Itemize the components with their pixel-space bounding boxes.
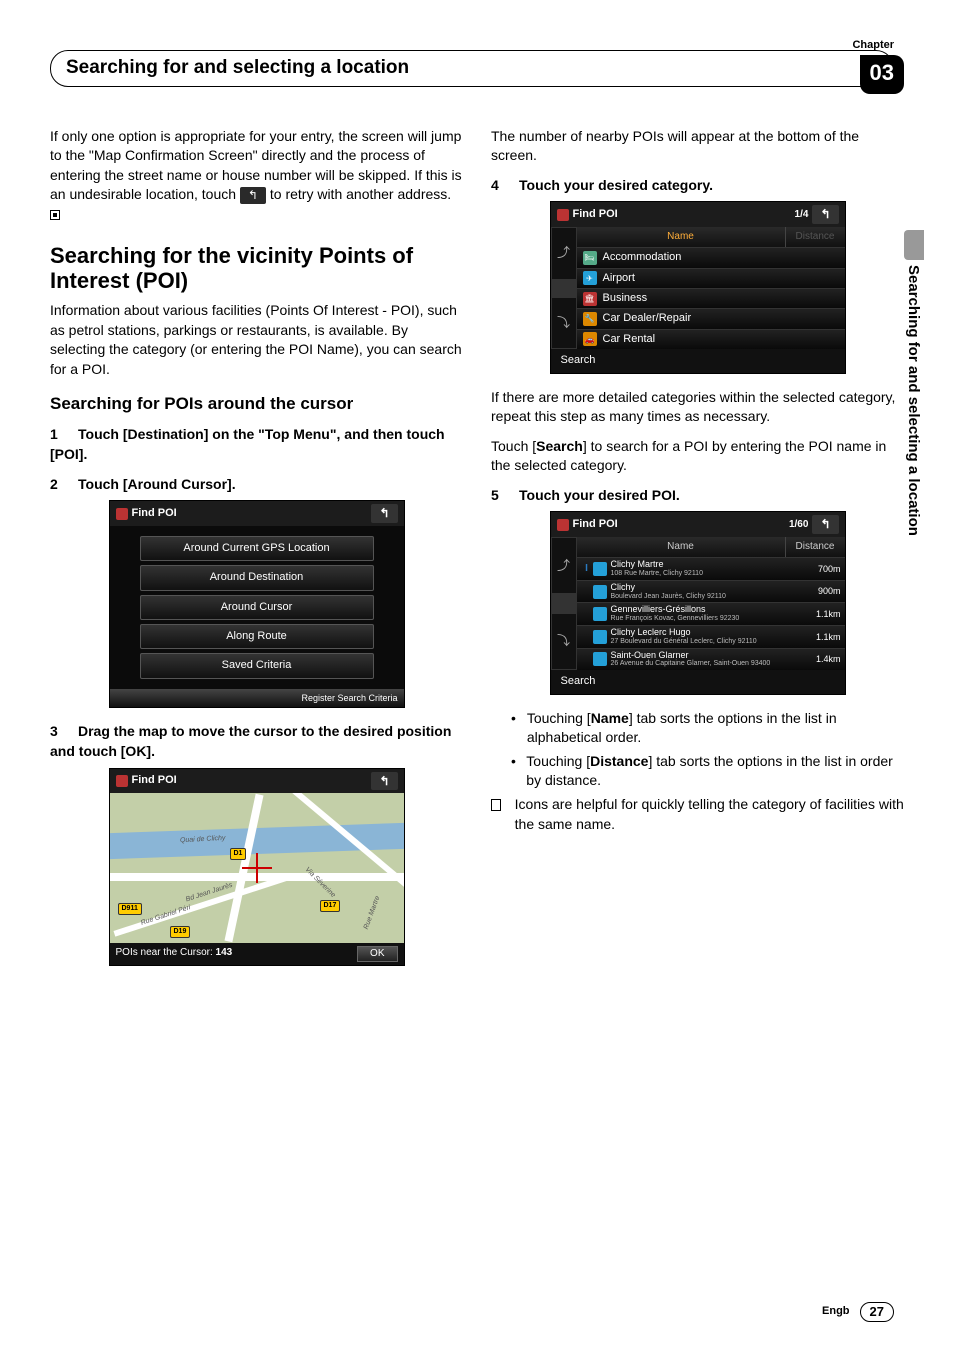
bullet-distance-sort: • Touching [Distance] tab sorts the opti… — [511, 752, 904, 791]
ok-button[interactable]: OK — [357, 946, 397, 962]
search-button[interactable]: Search — [551, 670, 845, 693]
step-1: 1Touch [Destination] on the "Top Menu", … — [50, 425, 463, 464]
step-5: 5Touch your desired POI. — [491, 486, 904, 506]
vicinity-poi-description: Information about various facilities (Po… — [50, 301, 463, 379]
repeat-note: If there are more detailed categories wi… — [491, 388, 904, 427]
menu-item[interactable]: Around Cursor — [140, 595, 374, 620]
distance-tab[interactable]: Distance — [785, 537, 845, 557]
cursor-icon — [242, 853, 272, 883]
category-icon — [593, 562, 607, 576]
find-poi-category-screen: Find POI 1/4 ↰ ⤴ ⤵ Name Distance 🛏Accomm… — [550, 201, 846, 373]
poi-count-note: The number of nearby POIs will appear at… — [491, 127, 904, 166]
poi-count-label: POIs near the Cursor: 143 — [116, 946, 358, 962]
category-icon — [593, 585, 607, 599]
screen-title: Find POI — [573, 517, 789, 532]
distance-tab[interactable]: Distance — [785, 227, 845, 247]
back-button[interactable]: ↰ — [812, 515, 838, 534]
menu-item[interactable]: Along Route — [140, 624, 374, 649]
category-icon — [593, 630, 607, 644]
find-poi-menu-screen: Find POI ↰ Around Current GPS Location A… — [109, 500, 405, 708]
scroll-down-button[interactable]: ⤵ — [551, 613, 577, 670]
road-badge: D17 — [320, 900, 341, 912]
stop-icon — [50, 210, 60, 220]
car-rental-icon: 🚗 — [583, 332, 597, 346]
pin-icon — [116, 508, 128, 520]
page-number: 27 — [860, 1302, 894, 1322]
category-row[interactable]: ✈Airport — [577, 268, 845, 288]
page-indicator: 1/60 — [789, 518, 808, 532]
map-area[interactable]: D1 D911 D17 D19 Quai de Clichy Rue Gabri… — [110, 793, 404, 943]
road-badge: D911 — [118, 903, 142, 915]
business-icon: 🏛 — [583, 292, 597, 306]
street-label: Via Séverine — [302, 866, 337, 901]
subsection-heading-around-cursor: Searching for POIs around the cursor — [50, 392, 463, 416]
result-row[interactable]: I Clichy Martre108 Rue Martre, Clichy 92… — [577, 557, 845, 580]
category-row[interactable]: 🛏Accommodation — [577, 247, 845, 267]
intro-paragraph: If only one option is appropriate for yo… — [50, 127, 463, 225]
scroll-down-button[interactable]: ⤵ — [551, 297, 577, 349]
register-criteria-button[interactable]: Register Search Criteria — [110, 689, 404, 708]
menu-item[interactable]: Saved Criteria — [140, 653, 374, 678]
retry-icon[interactable]: ↰ — [240, 187, 266, 204]
back-button[interactable]: ↰ — [371, 504, 397, 523]
screen-title: Find POI — [132, 773, 372, 788]
menu-item[interactable]: Around Destination — [140, 565, 374, 590]
name-tab[interactable]: Name — [577, 537, 785, 557]
category-row[interactable]: 🚗Car Rental — [577, 329, 845, 349]
screen-title: Find POI — [573, 207, 795, 222]
section-heading-vicinity-poi: Searching for the vicinity Points of Int… — [50, 243, 463, 294]
page-footer: Engb 27 — [822, 1302, 894, 1322]
step-2: 2Touch [Around Cursor]. — [50, 475, 463, 495]
step-3: 3Drag the map to move the cursor to the … — [50, 722, 463, 761]
road-badge: D19 — [170, 926, 191, 938]
menu-item[interactable]: Around Current GPS Location — [140, 536, 374, 561]
search-button[interactable]: Search — [551, 349, 845, 372]
category-row[interactable]: 🏛Business — [577, 288, 845, 308]
airport-icon: ✈ — [583, 271, 597, 285]
category-row[interactable]: 🔧Car Dealer/Repair — [577, 308, 845, 328]
pin-icon — [557, 209, 569, 221]
side-tab: Searching for and selecting a location — [904, 230, 924, 630]
find-poi-results-screen: Find POI 1/60 ↰ ⤴ ⤵ Name Distance I — [550, 511, 846, 694]
result-row[interactable]: Clichy Leclerc Hugo27 Boulevard du Génér… — [577, 625, 845, 648]
chapter-label: Chapter — [852, 38, 894, 53]
back-button[interactable]: ↰ — [812, 205, 838, 224]
result-row[interactable]: ClichyBoulevard Jean Jaurès, Clichy 9211… — [577, 580, 845, 603]
icons-note: Icons are helpful for quickly telling th… — [491, 795, 904, 834]
info-icon[interactable]: I — [581, 562, 593, 576]
street-label: Rue Gabriel Péri — [139, 904, 191, 929]
name-tab[interactable]: Name — [577, 227, 785, 247]
bullet-name-sort: • Touching [Name] tab sorts the options … — [511, 709, 904, 748]
scroll-up-button[interactable]: ⤴ — [551, 537, 577, 594]
result-row[interactable]: Saint-Ouen Glarner26 Avenue du Capitaine… — [577, 648, 845, 671]
category-icon — [593, 607, 607, 621]
pin-icon — [116, 775, 128, 787]
find-poi-map-screen: Find POI ↰ D1 D911 D17 D19 Quai de Clich… — [109, 768, 405, 967]
back-button[interactable]: ↰ — [371, 772, 397, 791]
language-label: Engb — [822, 1304, 850, 1319]
category-icon — [593, 652, 607, 666]
page-title: Searching for and selecting a location — [50, 50, 894, 87]
step-4: 4Touch your desired category. — [491, 176, 904, 196]
page-indicator: 1/4 — [795, 208, 809, 222]
search-note: Touch [Search] to search for a POI by en… — [491, 437, 904, 476]
right-column: The number of nearby POIs will appear at… — [491, 127, 904, 981]
car-dealer-icon: 🔧 — [583, 312, 597, 326]
screen-title: Find POI — [132, 506, 372, 521]
scroll-up-button[interactable]: ⤴ — [551, 227, 577, 279]
street-label: Rue Martre — [361, 895, 382, 931]
left-column: If only one option is appropriate for yo… — [50, 127, 463, 981]
note-icon — [491, 799, 501, 811]
chapter-number-badge: 03 — [860, 55, 904, 94]
pin-icon — [557, 519, 569, 531]
accommodation-icon: 🛏 — [583, 251, 597, 265]
result-row[interactable]: Gennevilliers-GrésillonsRue François Kov… — [577, 602, 845, 625]
